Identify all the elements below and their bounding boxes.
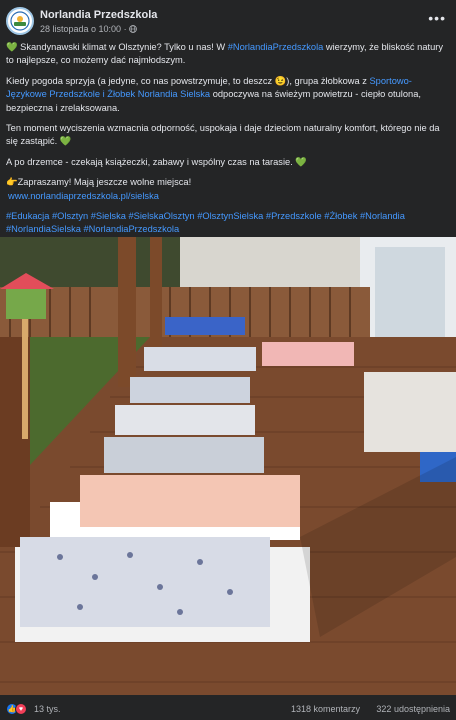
post-meta: 28 listopada o 10:00 · xyxy=(40,24,137,34)
paragraph-1-text-a: Skandynawski klimat w Olsztynie? Tylko u… xyxy=(17,42,228,52)
green-heart-icon: 💚 xyxy=(295,156,307,167)
reactions-bar: 👍 ♥ 13 tys. 1318 komentarzy 322 udostępn… xyxy=(0,700,456,720)
green-heart-icon: 💚 xyxy=(59,136,72,147)
paragraph-1: 💚 Skandynawski klimat w Olsztynie? Tylko… xyxy=(6,41,452,68)
paragraph-3: Ten moment wyciszenia wzmacnia odporność… xyxy=(6,122,452,149)
green-heart-icon: 💚 xyxy=(6,42,18,52)
paragraph-5: 👉Zapraszamy! Mają jeszcze wolne miejsca! xyxy=(6,176,452,189)
page-name[interactable]: Norlandia Przedszkola xyxy=(40,9,157,21)
hashtags[interactable]: #Edukacja #Olsztyn #Sielska #SielskaOlsz… xyxy=(6,210,452,237)
post-photo[interactable] xyxy=(0,237,456,695)
paragraph-4-text: A po drzemce - czekają książeczki, zabaw… xyxy=(6,156,293,167)
globe-icon xyxy=(129,25,137,33)
paragraph-5-text: 👉Zapraszamy! Mają jeszcze wolne miejsca! xyxy=(6,177,192,188)
paragraph-4: A po drzemce - czekają książeczki, zabaw… xyxy=(6,156,452,169)
love-reaction-icon: ♥ xyxy=(15,703,27,715)
post-timestamp[interactable]: 28 listopada o 10:00 xyxy=(40,24,121,34)
more-options-icon: ••• xyxy=(428,10,446,26)
shares-count[interactable]: 322 udostępnienia xyxy=(376,704,450,714)
more-options-button[interactable]: ••• xyxy=(428,10,446,26)
reactions-count[interactable]: 13 tys. xyxy=(34,704,61,714)
hashtag-link[interactable]: #NorlandiaPrzedszkola xyxy=(228,42,324,52)
website-line: www.norlandiaprzedszkola.pl/sielska xyxy=(6,190,452,203)
nap-on-terrace-image xyxy=(0,237,456,695)
paragraph-2: Kiedy pogoda sprzyja (a jedyne, co nas p… xyxy=(6,75,452,115)
website-link[interactable]: www.norlandiaprzedszkola.pl/sielska xyxy=(8,191,159,201)
paragraph-2-text-a: Kiedy pogoda sprzyja (a jedyne, co nas p… xyxy=(6,75,370,86)
post-header: Norlandia Przedszkola 28 listopada o 10:… xyxy=(0,0,456,42)
reaction-icons[interactable]: 👍 ♥ xyxy=(6,703,27,715)
norlandia-logo-icon xyxy=(9,10,31,32)
page-avatar[interactable] xyxy=(6,7,34,35)
meta-separator: · xyxy=(121,24,130,34)
post-text: 💚 Skandynawski klimat w Olsztynie? Tylko… xyxy=(6,41,452,244)
comments-count[interactable]: 1318 komentarzy xyxy=(291,704,360,714)
